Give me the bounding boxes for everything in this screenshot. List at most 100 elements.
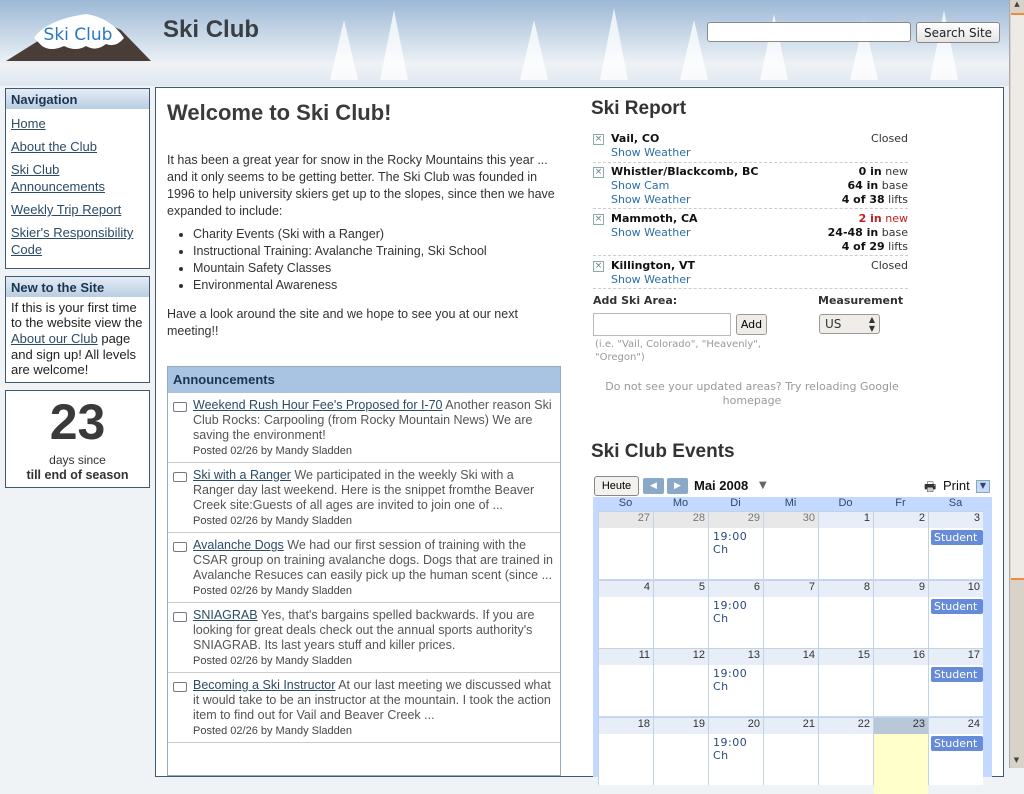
calendar-day[interactable]: 14 <box>763 648 818 716</box>
add-hint: (i.e. "Vail, Colorado", "Heavenly", "Ore… <box>595 339 762 363</box>
calendar-day[interactable]: 16 <box>873 648 928 716</box>
remove-icon[interactable]: × <box>593 261 604 272</box>
calendar-day[interactable]: 28 <box>653 511 708 579</box>
calendar-event[interactable]: Student <box>931 530 983 545</box>
announcement-link[interactable]: Becoming a Ski Instructor <box>193 678 335 692</box>
calendar-day[interactable]: 9 <box>873 579 928 648</box>
scroll-down-icon[interactable]: ▼ <box>1010 756 1023 768</box>
search-input[interactable] <box>707 22 911 42</box>
site-title: Ski Club <box>163 16 260 43</box>
remove-icon[interactable]: × <box>593 134 604 145</box>
calendar-day[interactable]: 7 <box>763 579 818 648</box>
remove-icon[interactable]: × <box>593 167 604 178</box>
calendar-day[interactable]: 11 <box>598 648 653 716</box>
remove-icon[interactable]: × <box>593 214 604 225</box>
nav-announcements[interactable]: Ski Club Announcements <box>11 161 144 195</box>
calendar-day[interactable]: 24 Student <box>928 716 983 785</box>
comment-icon <box>173 542 187 552</box>
calendar-event[interactable]: 19:00 Ch <box>709 665 763 695</box>
calendar-day[interactable]: 17 Student <box>928 648 983 716</box>
calendar-day[interactable]: 20 19:00 Ch <box>708 716 763 785</box>
area-stats: 2 in new 24-48 in base 4 of 29 lifts <box>828 212 908 254</box>
new-to-site-title: New to the Site <box>6 277 149 297</box>
calendar-day[interactable]: 30 <box>763 511 818 579</box>
search-button[interactable]: Search Site <box>916 22 1000 43</box>
comment-icon <box>173 402 187 412</box>
month-label: Mai 2008 <box>694 478 749 493</box>
show-weather-link[interactable]: Show Weather <box>611 273 908 287</box>
ski-area-row: × Whistler/Blackcomb, BC Show Cam Show Wea… <box>593 165 908 209</box>
day-number: 29 <box>709 512 763 528</box>
day-number: 1 <box>819 512 873 528</box>
prev-month-button[interactable]: ◀ <box>643 478 664 494</box>
calendar-day[interactable]: 22 <box>818 716 873 785</box>
vertical-scrollbar[interactable]: ▲ ▼ <box>1009 0 1024 768</box>
nav-trip-report[interactable]: Weekly Trip Report <box>11 201 144 218</box>
calendar-day[interactable]: 13 19:00 Ch <box>708 648 763 716</box>
calendar-day[interactable]: 10 Student <box>928 579 983 648</box>
announcement-link[interactable]: Ski with a Ranger <box>193 468 291 482</box>
calendar-day[interactable]: 12 <box>653 648 708 716</box>
calendar-day[interactable]: 3 Student <box>928 511 983 579</box>
countdown-line2: till end of season <box>26 468 129 482</box>
next-month-button[interactable]: ▶ <box>667 478 688 494</box>
calendar-day[interactable]: 29 19:00 Ch <box>708 511 763 579</box>
day-number: 14 <box>764 649 818 665</box>
show-weather-link[interactable]: Show Weather <box>611 146 908 160</box>
calendar-event[interactable]: 19:00 Ch <box>709 528 763 558</box>
announcement-link[interactable]: Avalanche Dogs <box>193 538 284 552</box>
stat-unit: lifts <box>888 240 908 253</box>
calendar-day[interactable]: 2 <box>873 511 928 579</box>
announcement-link[interactable]: SNIAGRAB <box>193 608 258 622</box>
calendar-day[interactable]: 6 19:00 Ch <box>708 579 763 648</box>
comment-icon <box>173 472 187 482</box>
area-stats: 0 in new 64 in base 4 of 38 lifts <box>842 165 908 207</box>
navigation-title: Navigation <box>6 89 149 109</box>
calendar-day[interactable]: 15 <box>818 648 873 716</box>
calendar-event[interactable]: Student <box>931 598 983 614</box>
scroll-up-icon[interactable]: ▲ <box>1010 0 1024 12</box>
calendar-event[interactable]: 19:00 Ch <box>709 734 763 764</box>
nav-responsibility-code[interactable]: Skier's Responsibility Code <box>11 224 144 258</box>
calendar-day[interactable]: 19 <box>653 716 708 785</box>
day-number: 5 <box>654 580 708 597</box>
weekday-header: Fr <box>895 497 906 509</box>
weekday-header: Di <box>730 497 741 509</box>
ski-club-logo[interactable]: Ski Club <box>6 8 151 64</box>
calendar-day[interactable]: 8 <box>818 579 873 648</box>
calendar-day[interactable]: 23 <box>873 716 928 794</box>
calendar-day[interactable]: 27 <box>598 511 653 579</box>
stat-value: 64 in <box>847 179 879 192</box>
calendar-event[interactable]: Student <box>931 667 983 682</box>
nav-about[interactable]: About the Club <box>11 138 144 155</box>
calendar-day[interactable]: 5 <box>653 579 708 648</box>
nav-home[interactable]: Home <box>11 115 144 132</box>
countdown-line1: days since <box>49 453 106 467</box>
announcement-item: Becoming a Ski Instructor At our last me… <box>168 673 560 743</box>
announcement-link[interactable]: Weekend Rush Hour Fee's Proposed for I-7… <box>193 398 443 412</box>
calendar-event[interactable]: 19:00 Ch <box>709 597 763 627</box>
area-status: Closed <box>871 132 908 145</box>
calendar-day[interactable]: 18 <box>598 716 653 785</box>
calendar-day[interactable]: 1 <box>818 511 873 579</box>
scrollbar-thumb[interactable] <box>1011 13 1024 580</box>
today-button[interactable]: Heute <box>594 476 639 496</box>
calendar-day[interactable]: 21 <box>763 716 818 785</box>
month-dropdown-icon[interactable]: ▼ <box>759 480 767 491</box>
announcement-meta: Posted 02/26 by Mandy Sladden <box>193 515 353 527</box>
measurement-select[interactable]: US ▲ ▼ <box>819 314 880 334</box>
print-button[interactable]: Print <box>943 478 970 493</box>
day-number: 16 <box>874 649 928 665</box>
day-number: 18 <box>599 717 653 734</box>
add-button[interactable]: Add <box>736 314 767 335</box>
day-number: 12 <box>654 649 708 665</box>
events-title: Ski Club Events <box>591 441 735 462</box>
calendar-event[interactable]: Student <box>931 735 983 751</box>
print-menu-icon[interactable]: ▼ <box>976 480 990 493</box>
measurement-label: Measurement <box>818 294 904 307</box>
spinner-icon: ▲ ▼ <box>868 315 875 333</box>
calendar-day[interactable]: 4 <box>598 579 653 648</box>
announcement-meta: Posted 02/26 by Mandy Sladden <box>193 585 353 597</box>
add-ski-area-input[interactable] <box>593 313 731 336</box>
about-our-club-link[interactable]: About our Club <box>11 331 98 346</box>
